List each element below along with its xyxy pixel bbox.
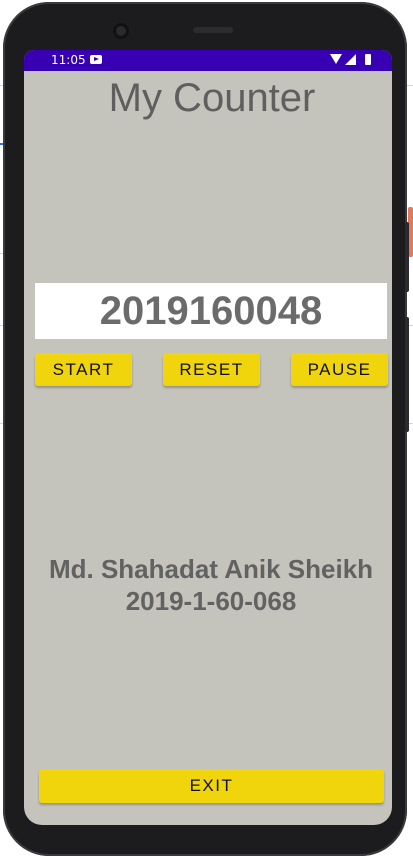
power-button xyxy=(405,317,409,432)
page-title: My Counter xyxy=(108,76,316,120)
start-button[interactable]: START xyxy=(35,353,132,386)
youtube-icon xyxy=(90,55,102,64)
phone-frame: 11:05 My Counter 2019160048 START RESET … xyxy=(3,2,409,856)
battery-icon xyxy=(365,54,371,65)
camera-icon xyxy=(113,23,129,39)
pause-button[interactable]: PAUSE xyxy=(291,353,388,386)
app-screen: 11:05 My Counter 2019160048 START RESET … xyxy=(24,50,392,825)
wifi-icon xyxy=(330,54,342,64)
author-info: Md. Shahadat Anik Sheikh 2019-1-60-068 xyxy=(24,553,392,617)
volume-button xyxy=(405,222,409,292)
reset-button[interactable]: RESET xyxy=(163,353,260,386)
signal-icon xyxy=(345,54,356,65)
author-name: Md. Shahadat Anik Sheikh xyxy=(48,554,374,584)
speaker-grille xyxy=(193,27,233,33)
status-bar: 11:05 xyxy=(24,50,392,71)
status-time: 11:05 xyxy=(51,53,86,67)
counter-display: 2019160048 xyxy=(35,283,387,339)
author-id: 2019-1-60-068 xyxy=(125,586,297,616)
exit-button[interactable]: EXIT xyxy=(39,769,384,803)
